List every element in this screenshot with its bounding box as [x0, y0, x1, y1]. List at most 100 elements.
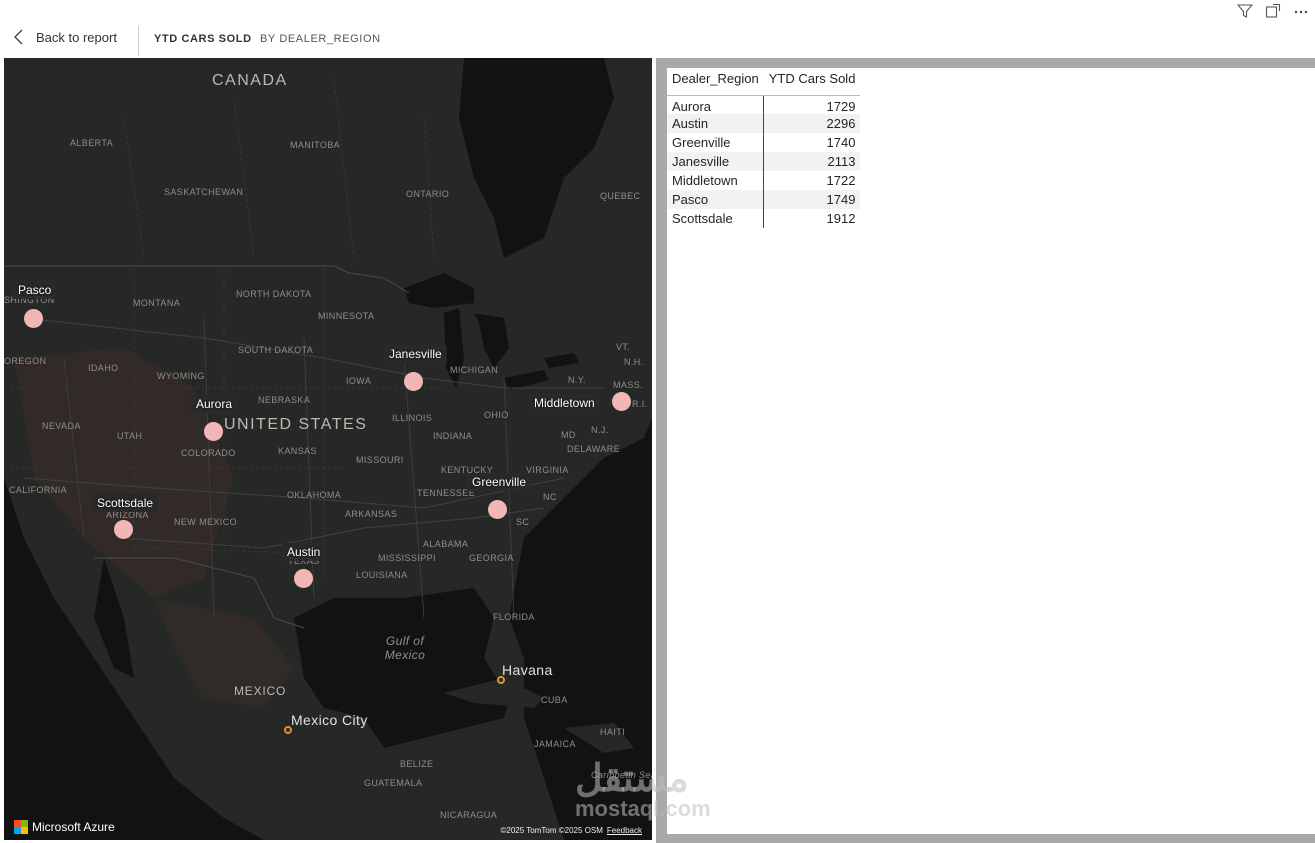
map-label-oklahoma: OKLAHOMA: [287, 490, 342, 500]
watermark-arabic: مستقل: [575, 758, 689, 800]
map-label-mississippi: MISSISSIPPI: [378, 553, 436, 563]
cell-cars: 1722: [826, 173, 856, 188]
map-label-florida: FLORIDA: [493, 612, 535, 622]
map-label-georgia: GEORGIA: [469, 553, 514, 563]
map-label-kansas: KANSAS: [278, 446, 317, 456]
watermark-latin: mostaql.com: [575, 796, 711, 821]
map-label-ri: R.I.: [632, 399, 648, 409]
cell-region: Greenville: [667, 133, 765, 152]
havana-marker-icon: [497, 676, 505, 684]
map-label-new-mexico: NEW MEXICO: [174, 517, 238, 527]
map-label-south-dakota: SOUTH DAKOTA: [238, 345, 314, 355]
cell-region: Austin: [667, 114, 765, 133]
cell-cars: 2113: [763, 152, 861, 171]
map-label-arkansas: ARKANSAS: [345, 509, 398, 519]
cell-cars: 1912: [826, 211, 856, 226]
mexico-city-marker-icon: [284, 726, 292, 734]
dealer-bubble-aurora[interactable]: [204, 422, 223, 441]
table-header-row: Dealer_Region YTD Cars Sold: [667, 68, 861, 96]
table-row: Austin 2296: [667, 114, 861, 133]
breadcrumb-dimension: BY DEALER_REGION: [260, 33, 381, 45]
table-row: Janesville 2113: [667, 152, 861, 171]
table-row: Greenville 1740: [667, 133, 860, 152]
map-label-north-dakota: NORTH DAKOTA: [236, 289, 312, 299]
map-label-alabama: ALABAMA: [423, 539, 469, 549]
map-label-jamaica: JAMAICA: [534, 739, 576, 749]
map-label-nh: N.H.: [624, 357, 644, 367]
table-visual[interactable]: Dealer_Region YTD Cars Sold Aurora 1729 …: [667, 68, 1315, 834]
map-label-michigan: MICHIGAN: [450, 365, 499, 375]
dealer-bubble-scottsdale[interactable]: [114, 520, 133, 539]
map-label-sc: SC: [516, 517, 530, 527]
dealer-label-middletown: Middletown: [529, 394, 600, 412]
map-label-mexico: MEXICO: [234, 684, 287, 698]
dealer-label-pasco: Pasco: [13, 281, 57, 299]
table-row: Pasco 1749: [667, 190, 861, 209]
cell-region: Pasco: [667, 190, 765, 209]
map-label-idaho: IDAHO: [88, 363, 119, 373]
map-label-utah: UTAH: [117, 431, 143, 441]
map-label-canada: CANADA: [212, 72, 288, 89]
azure-attribution-label: Microsoft Azure: [32, 820, 115, 834]
map-copyright: ©2025 TomTom ©2025 OSM Feedback: [501, 826, 643, 835]
table-row: Middletown 1722: [667, 171, 860, 190]
feedback-link[interactable]: Feedback: [607, 826, 642, 835]
map-label-colorado: COLORADO: [181, 448, 236, 458]
map-label-california: CALIFORNIA: [9, 485, 68, 495]
microsoft-logo-icon: [14, 820, 28, 834]
dealer-bubble-middletown[interactable]: [612, 392, 631, 411]
header-actions: [1235, 2, 1311, 20]
map-label-vt: VT.: [616, 342, 631, 352]
map-label-nicaragua: NICARAGUA: [440, 810, 498, 820]
dealer-label-scottsdale: Scottsdale: [92, 494, 159, 512]
dealer-bubble-pasco[interactable]: [24, 309, 43, 328]
map-label-montana: MONTANA: [133, 298, 181, 308]
copyright-text: ©2025 TomTom ©2025 OSM: [500, 826, 603, 835]
back-to-report-button[interactable]: Back to report: [12, 28, 117, 46]
cell-cars: 1749: [763, 190, 861, 209]
dealer-label-greenville: Greenville: [467, 473, 532, 491]
map-label-alberta: ALBERTA: [70, 138, 113, 148]
cell-region: Scottsdale: [667, 209, 765, 228]
watermark: مستقل mostaql.com: [575, 760, 711, 820]
dealer-label-austin: Austin: [282, 543, 326, 561]
header-divider: [138, 26, 139, 56]
cell-region: Janesville: [667, 152, 765, 171]
map-label-belize: BELIZE: [400, 759, 434, 769]
map-label-iowa: IOWA: [346, 376, 372, 386]
dealer-bubble-austin[interactable]: [294, 569, 313, 588]
cell-cars: 1729: [826, 98, 856, 114]
cell-cars: 1740: [826, 135, 856, 150]
table-row: Aurora 1729: [667, 95, 860, 114]
more-options-icon[interactable]: [1291, 2, 1311, 20]
map-label-saskatchewan: SASKATCHEWAN: [164, 187, 244, 197]
map-label-minnesota: MINNESOTA: [318, 311, 375, 321]
map-label-nevada: NEVADA: [42, 421, 81, 431]
map-label-oregon: OREGON: [4, 356, 47, 366]
column-header-ytd-cars-sold[interactable]: YTD Cars Sold: [763, 68, 861, 96]
map-label-virginia: VIRGINIA: [526, 465, 569, 475]
map-label-quebec: QUEBEC: [600, 191, 641, 201]
dealer-bubble-janesville[interactable]: [404, 372, 423, 391]
cell-region: Middletown: [667, 171, 765, 190]
map-visual[interactable]: CANADA UNITED STATES MEXICO Gulf of Mexi…: [4, 58, 652, 840]
map-label-ohio: OHIO: [484, 410, 509, 420]
map-label-united-states: UNITED STATES: [224, 416, 368, 433]
column-header-dealer-region[interactable]: Dealer_Region: [667, 68, 764, 96]
map-label-guatemala: GUATEMALA: [364, 778, 423, 788]
map-label-indiana: INDIANA: [433, 431, 473, 441]
map-label-illinois: ILLINOIS: [392, 413, 433, 423]
map-label-manitoba: MANITOBA: [290, 140, 341, 150]
map-label-missouri: MISSOURI: [356, 455, 404, 465]
table-row: Scottsdale 1912: [667, 209, 860, 228]
breadcrumb-measure: YTD CARS SOLD: [154, 33, 252, 45]
map-label-ontario: ONTARIO: [406, 189, 450, 199]
map-label-nebraska: NEBRASKA: [258, 395, 311, 405]
dealer-bubble-greenville[interactable]: [488, 500, 507, 519]
dealer-label-janesville: Janesville: [384, 345, 447, 363]
filter-icon[interactable]: [1235, 2, 1255, 20]
dealer-label-aurora: Aurora: [191, 395, 238, 413]
map-label-havana: Havana: [502, 662, 553, 678]
map-label-haiti: HAITI: [600, 727, 626, 737]
focus-mode-icon[interactable]: [1263, 2, 1283, 20]
